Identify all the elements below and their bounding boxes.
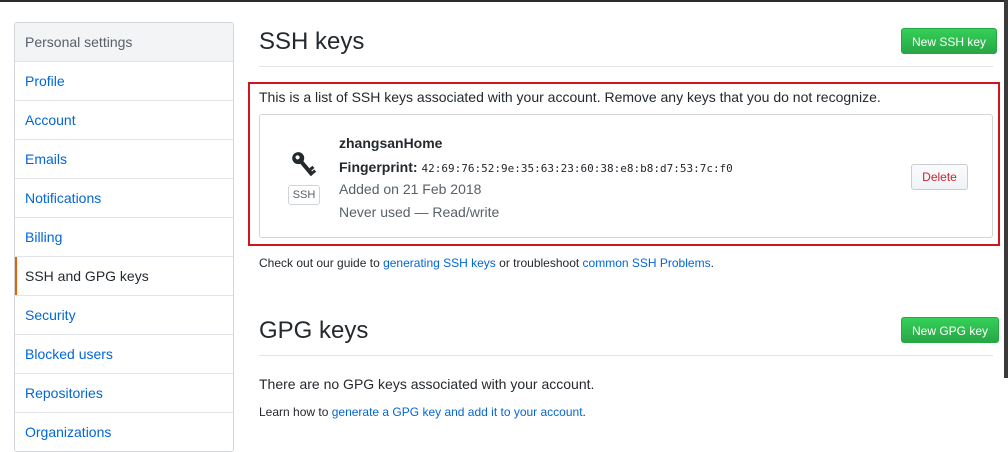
ssh-keys-title: SSH keys: [259, 28, 365, 55]
ssh-key-name: zhangsanHome: [339, 135, 443, 151]
gpg-help-text: Learn how to generate a GPG key and add …: [259, 405, 586, 419]
sidebar-header: Personal settings: [15, 23, 233, 62]
gpg-empty-message: There are no GPG keys associated with yo…: [259, 376, 595, 392]
sidebar-item-profile[interactable]: Profile: [15, 62, 233, 101]
sidebar-item-ssh-gpg-keys[interactable]: SSH and GPG keys: [15, 257, 233, 296]
ssh-intro-text: This is a list of SSH keys associated wi…: [259, 89, 881, 105]
fingerprint-value: 42:69:76:52:9e:35:63:23:60:38:e8:b8:d7:5…: [421, 162, 733, 175]
common-ssh-problems-link[interactable]: common SSH Problems: [583, 256, 711, 270]
sidebar-item-organizations[interactable]: Organizations: [15, 413, 233, 451]
ssh-help-suffix: .: [710, 256, 714, 270]
key-added-date: Added on 21 Feb 2018: [339, 181, 482, 197]
ssh-help-middle: or troubleshoot: [495, 256, 583, 270]
ssh-help-prefix: Check out our guide to: [259, 256, 384, 270]
ssh-help-text: Check out our guide to generating SSH ke…: [259, 256, 714, 270]
gpg-title-divider: [259, 355, 993, 356]
fingerprint-row: Fingerprint: 42:69:76:52:9e:35:63:23:60:3…: [339, 159, 733, 175]
sidebar-item-blocked-users[interactable]: Blocked users: [15, 335, 233, 374]
ssh-key-card: SSH zhangsanHome Fingerprint: 42:69:76:52…: [259, 114, 993, 238]
gpg-help-prefix: Learn how to: [259, 405, 332, 419]
window-top-border: [0, 0, 1008, 2]
key-icon: [292, 152, 317, 177]
scrollbar[interactable]: [1004, 0, 1008, 378]
new-gpg-key-button[interactable]: New GPG key: [901, 317, 1000, 343]
ssh-badge: SSH: [288, 185, 320, 205]
gpg-help-suffix: .: [582, 405, 586, 419]
fingerprint-label: Fingerprint:: [339, 159, 418, 175]
sidebar-item-account[interactable]: Account: [15, 101, 233, 140]
sidebar-item-security[interactable]: Security: [15, 296, 233, 335]
delete-key-button[interactable]: Delete: [911, 164, 968, 190]
generate-gpg-key-link[interactable]: generate a GPG key and add it to your ac…: [332, 405, 583, 419]
sidebar-item-billing[interactable]: Billing: [15, 218, 233, 257]
settings-sidebar: Personal settings Profile Account Emails…: [14, 22, 234, 452]
key-usage-status: Never used — Read/write: [339, 204, 500, 220]
new-ssh-key-button[interactable]: New SSH key: [901, 28, 998, 54]
sidebar-item-notifications[interactable]: Notifications: [15, 179, 233, 218]
gpg-keys-title: GPG keys: [259, 317, 369, 344]
sidebar-item-emails[interactable]: Emails: [15, 140, 233, 179]
generating-ssh-keys-link[interactable]: generating SSH keys: [383, 256, 496, 270]
ssh-title-divider: [259, 66, 993, 67]
sidebar-item-repositories[interactable]: Repositories: [15, 374, 233, 413]
